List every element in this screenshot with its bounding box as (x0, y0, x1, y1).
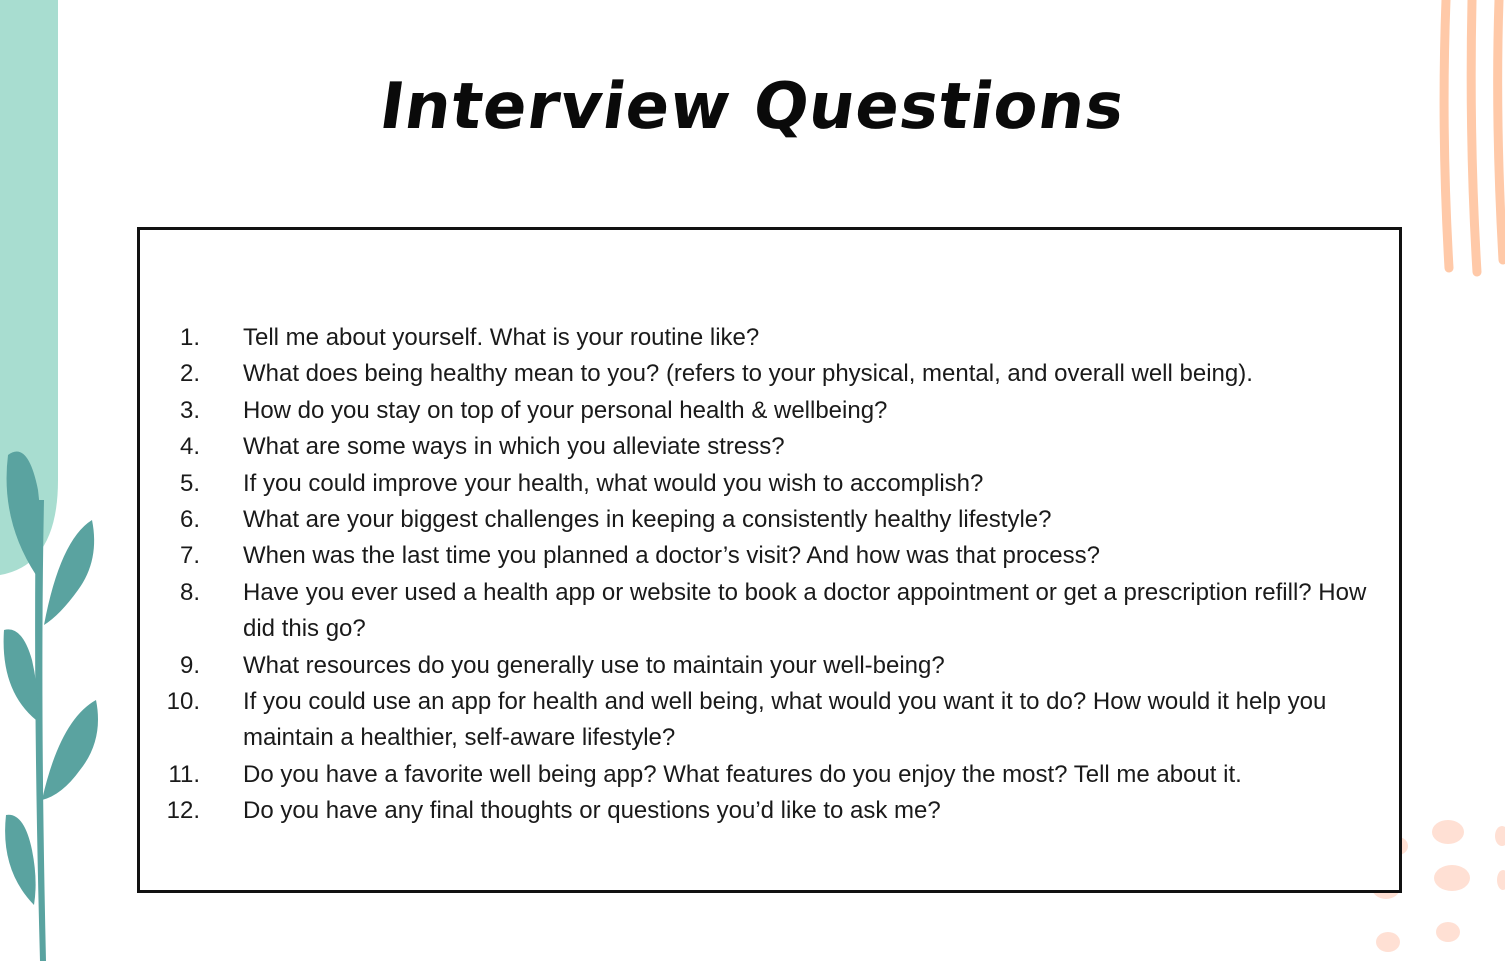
question-text: What resources do you generally use to m… (243, 651, 945, 679)
question-text: Do you have any final thoughts or questi… (243, 797, 941, 825)
question-text: How do you stay on top of your personal … (243, 396, 888, 424)
question-item: 5. If you could improve your health, wha… (140, 466, 1399, 502)
question-item: 7. When was the last time you planned a … (140, 538, 1399, 574)
question-text: If you could improve your health, what w… (243, 469, 984, 497)
question-number: 11. (168, 760, 200, 788)
question-item: 3. How do you stay on top of your person… (140, 393, 1399, 429)
question-text: Do you have a favorite well being app? W… (243, 760, 1242, 788)
question-number: 10. (166, 688, 200, 716)
question-item: 6. What are your biggest challenges in k… (140, 502, 1399, 538)
question-number: 2. (179, 360, 200, 388)
question-number: 7. (179, 542, 200, 570)
page-title: Interview Questions (375, 70, 1130, 144)
question-text: If you could use an app for health and w… (243, 688, 1327, 752)
question-text: What are some ways in which you alleviat… (243, 433, 785, 461)
question-text: What are your biggest challenges in keep… (243, 506, 1052, 534)
question-text: Have you ever used a health app or websi… (243, 578, 1367, 643)
questions-box: 1. Tell me about yourself. What is your … (137, 227, 1402, 893)
question-number: 1. (179, 324, 200, 351)
question-item: 1. Tell me about yourself. What is your … (140, 320, 1399, 356)
question-number: 5. (179, 469, 200, 497)
question-number: 12. (166, 797, 200, 825)
question-item: 8. Have you ever used a health app or we… (140, 575, 1399, 648)
question-text: What does being healthy mean to you? (re… (243, 360, 1253, 388)
question-number: 6. (179, 506, 200, 534)
question-number: 9. (179, 651, 200, 679)
question-text: When was the last time you planned a doc… (243, 542, 1100, 570)
question-number: 3. (179, 396, 200, 424)
question-text: Tell me about yourself. What is your rou… (243, 324, 760, 351)
question-item: 2. What does being healthy mean to you? … (140, 356, 1399, 392)
question-item: 11. Do you have a favorite well being ap… (140, 757, 1399, 793)
question-number: 4. (179, 433, 200, 461)
question-item: 4. What are some ways in which you allev… (140, 429, 1399, 465)
question-number: 8. (179, 578, 200, 606)
question-item: 9. What resources do you generally use t… (140, 648, 1399, 684)
question-item: 10. If you could use an app for health a… (140, 684, 1399, 757)
question-item: 12. Do you have any final thoughts or qu… (140, 793, 1399, 829)
questions-list: 1. Tell me about yourself. What is your … (140, 320, 1399, 830)
